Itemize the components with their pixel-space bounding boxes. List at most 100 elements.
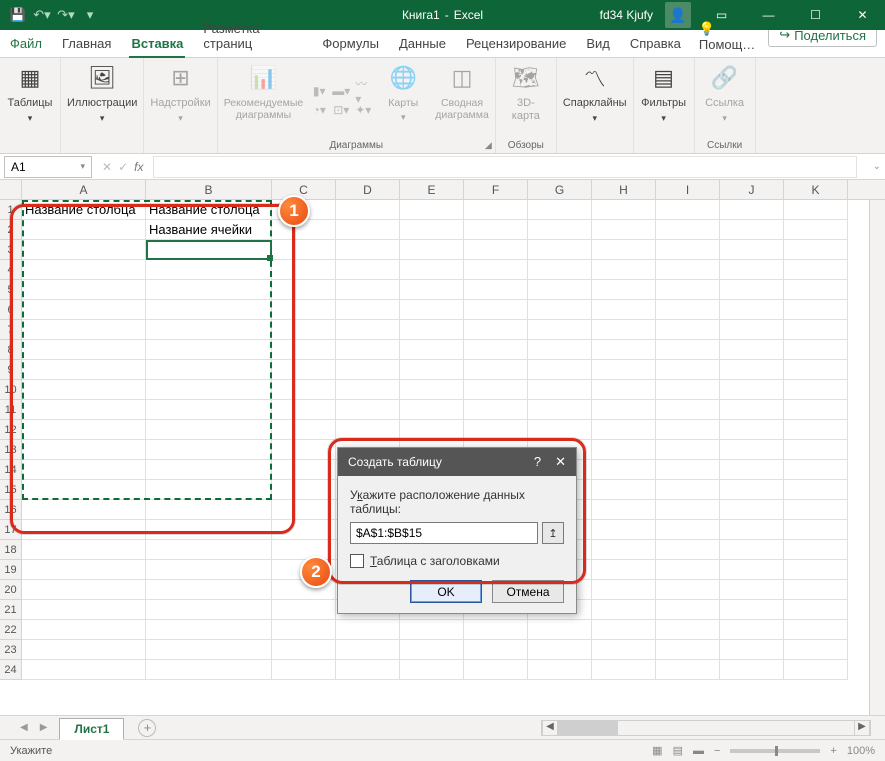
cell[interactable]	[592, 300, 656, 320]
cell[interactable]	[336, 640, 400, 660]
cell[interactable]	[656, 320, 720, 340]
cell[interactable]	[784, 520, 848, 540]
cell[interactable]	[720, 540, 784, 560]
cell[interactable]	[272, 360, 336, 380]
cancel-formula-icon[interactable]: ✕	[102, 160, 112, 174]
cell[interactable]	[592, 480, 656, 500]
cell[interactable]	[720, 360, 784, 380]
cell[interactable]	[146, 540, 272, 560]
cell[interactable]	[146, 340, 272, 360]
cell[interactable]	[784, 300, 848, 320]
cell[interactable]	[784, 440, 848, 460]
col-header[interactable]: J	[720, 180, 784, 199]
filters-button[interactable]: ▤Фильтры▾	[640, 62, 688, 138]
cell[interactable]	[464, 380, 528, 400]
pivot-chart-button[interactable]: ◫Сводная диаграмма	[435, 62, 489, 138]
cancel-button[interactable]: Отмена	[492, 580, 564, 603]
enter-formula-icon[interactable]: ✓	[118, 160, 128, 174]
cell[interactable]	[784, 260, 848, 280]
cell[interactable]	[528, 620, 592, 640]
sheet-tab[interactable]: Лист1	[59, 718, 124, 740]
cell[interactable]	[146, 660, 272, 680]
cell[interactable]	[146, 360, 272, 380]
cell[interactable]	[592, 500, 656, 520]
cell[interactable]	[146, 640, 272, 660]
save-icon[interactable]: 💾	[8, 5, 28, 25]
row-header[interactable]: 23	[0, 640, 22, 660]
cell[interactable]	[592, 280, 656, 300]
sparklines-button[interactable]: 〽Спарклайны▾	[563, 62, 627, 138]
cell[interactable]	[592, 420, 656, 440]
cell[interactable]	[336, 420, 400, 440]
cell[interactable]	[720, 340, 784, 360]
headers-checkbox-label[interactable]: Таблица с заголовками	[370, 554, 500, 568]
cell[interactable]	[336, 380, 400, 400]
cell[interactable]	[656, 560, 720, 580]
cell[interactable]	[528, 280, 592, 300]
tab-insert[interactable]: Вставка	[121, 31, 193, 57]
cell[interactable]	[22, 480, 146, 500]
formula-input[interactable]	[153, 156, 856, 178]
cell[interactable]	[146, 600, 272, 620]
cell[interactable]	[592, 560, 656, 580]
row-header[interactable]: 5	[0, 280, 22, 300]
cell[interactable]	[592, 360, 656, 380]
cell[interactable]	[784, 340, 848, 360]
cell[interactable]	[720, 300, 784, 320]
cell[interactable]	[22, 280, 146, 300]
cell[interactable]	[784, 360, 848, 380]
cell[interactable]	[784, 460, 848, 480]
cell[interactable]	[592, 400, 656, 420]
cell[interactable]	[146, 380, 272, 400]
tab-pagelayout[interactable]: Разметка страниц	[193, 16, 312, 57]
cell[interactable]	[22, 420, 146, 440]
cell[interactable]	[22, 600, 146, 620]
cell[interactable]	[592, 440, 656, 460]
cell[interactable]	[592, 220, 656, 240]
cell[interactable]	[22, 660, 146, 680]
cell[interactable]	[528, 200, 592, 220]
cell[interactable]	[464, 360, 528, 380]
cell[interactable]	[400, 240, 464, 260]
cell[interactable]: Название столбца	[146, 200, 272, 220]
cell[interactable]	[784, 500, 848, 520]
cell[interactable]	[336, 620, 400, 640]
cell[interactable]	[22, 380, 146, 400]
cell[interactable]	[720, 520, 784, 540]
cell[interactable]	[272, 380, 336, 400]
name-box[interactable]: A1▾	[4, 156, 92, 178]
cell[interactable]	[22, 620, 146, 640]
vertical-scrollbar[interactable]	[869, 200, 885, 715]
range-input[interactable]	[350, 522, 538, 544]
dialog-help-icon[interactable]: ?	[534, 454, 541, 470]
sheet-nav-prev-icon[interactable]: ◀	[20, 722, 28, 733]
cell[interactable]	[784, 480, 848, 500]
sheet-nav-next-icon[interactable]: ▶	[40, 722, 48, 733]
cell[interactable]	[592, 460, 656, 480]
cell[interactable]	[464, 420, 528, 440]
cell[interactable]	[528, 360, 592, 380]
cell[interactable]	[464, 220, 528, 240]
cell[interactable]	[464, 400, 528, 420]
addins-button[interactable]: ⊞Надстройки▾	[150, 62, 210, 138]
cell[interactable]	[528, 640, 592, 660]
cell[interactable]	[656, 360, 720, 380]
cell[interactable]	[784, 620, 848, 640]
cell[interactable]	[656, 460, 720, 480]
cell[interactable]	[22, 500, 146, 520]
col-header[interactable]: E	[400, 180, 464, 199]
tab-review[interactable]: Рецензирование	[456, 31, 576, 57]
cell[interactable]	[720, 620, 784, 640]
row-header[interactable]: 11	[0, 400, 22, 420]
row-header[interactable]: 21	[0, 600, 22, 620]
cell[interactable]	[720, 560, 784, 580]
cell[interactable]	[656, 200, 720, 220]
cell[interactable]	[22, 400, 146, 420]
cell[interactable]	[336, 340, 400, 360]
cell[interactable]	[272, 660, 336, 680]
cell[interactable]	[784, 580, 848, 600]
cell[interactable]	[784, 540, 848, 560]
link-button[interactable]: 🔗Ссылка▾	[701, 62, 749, 138]
cell[interactable]	[592, 520, 656, 540]
cell[interactable]	[22, 300, 146, 320]
